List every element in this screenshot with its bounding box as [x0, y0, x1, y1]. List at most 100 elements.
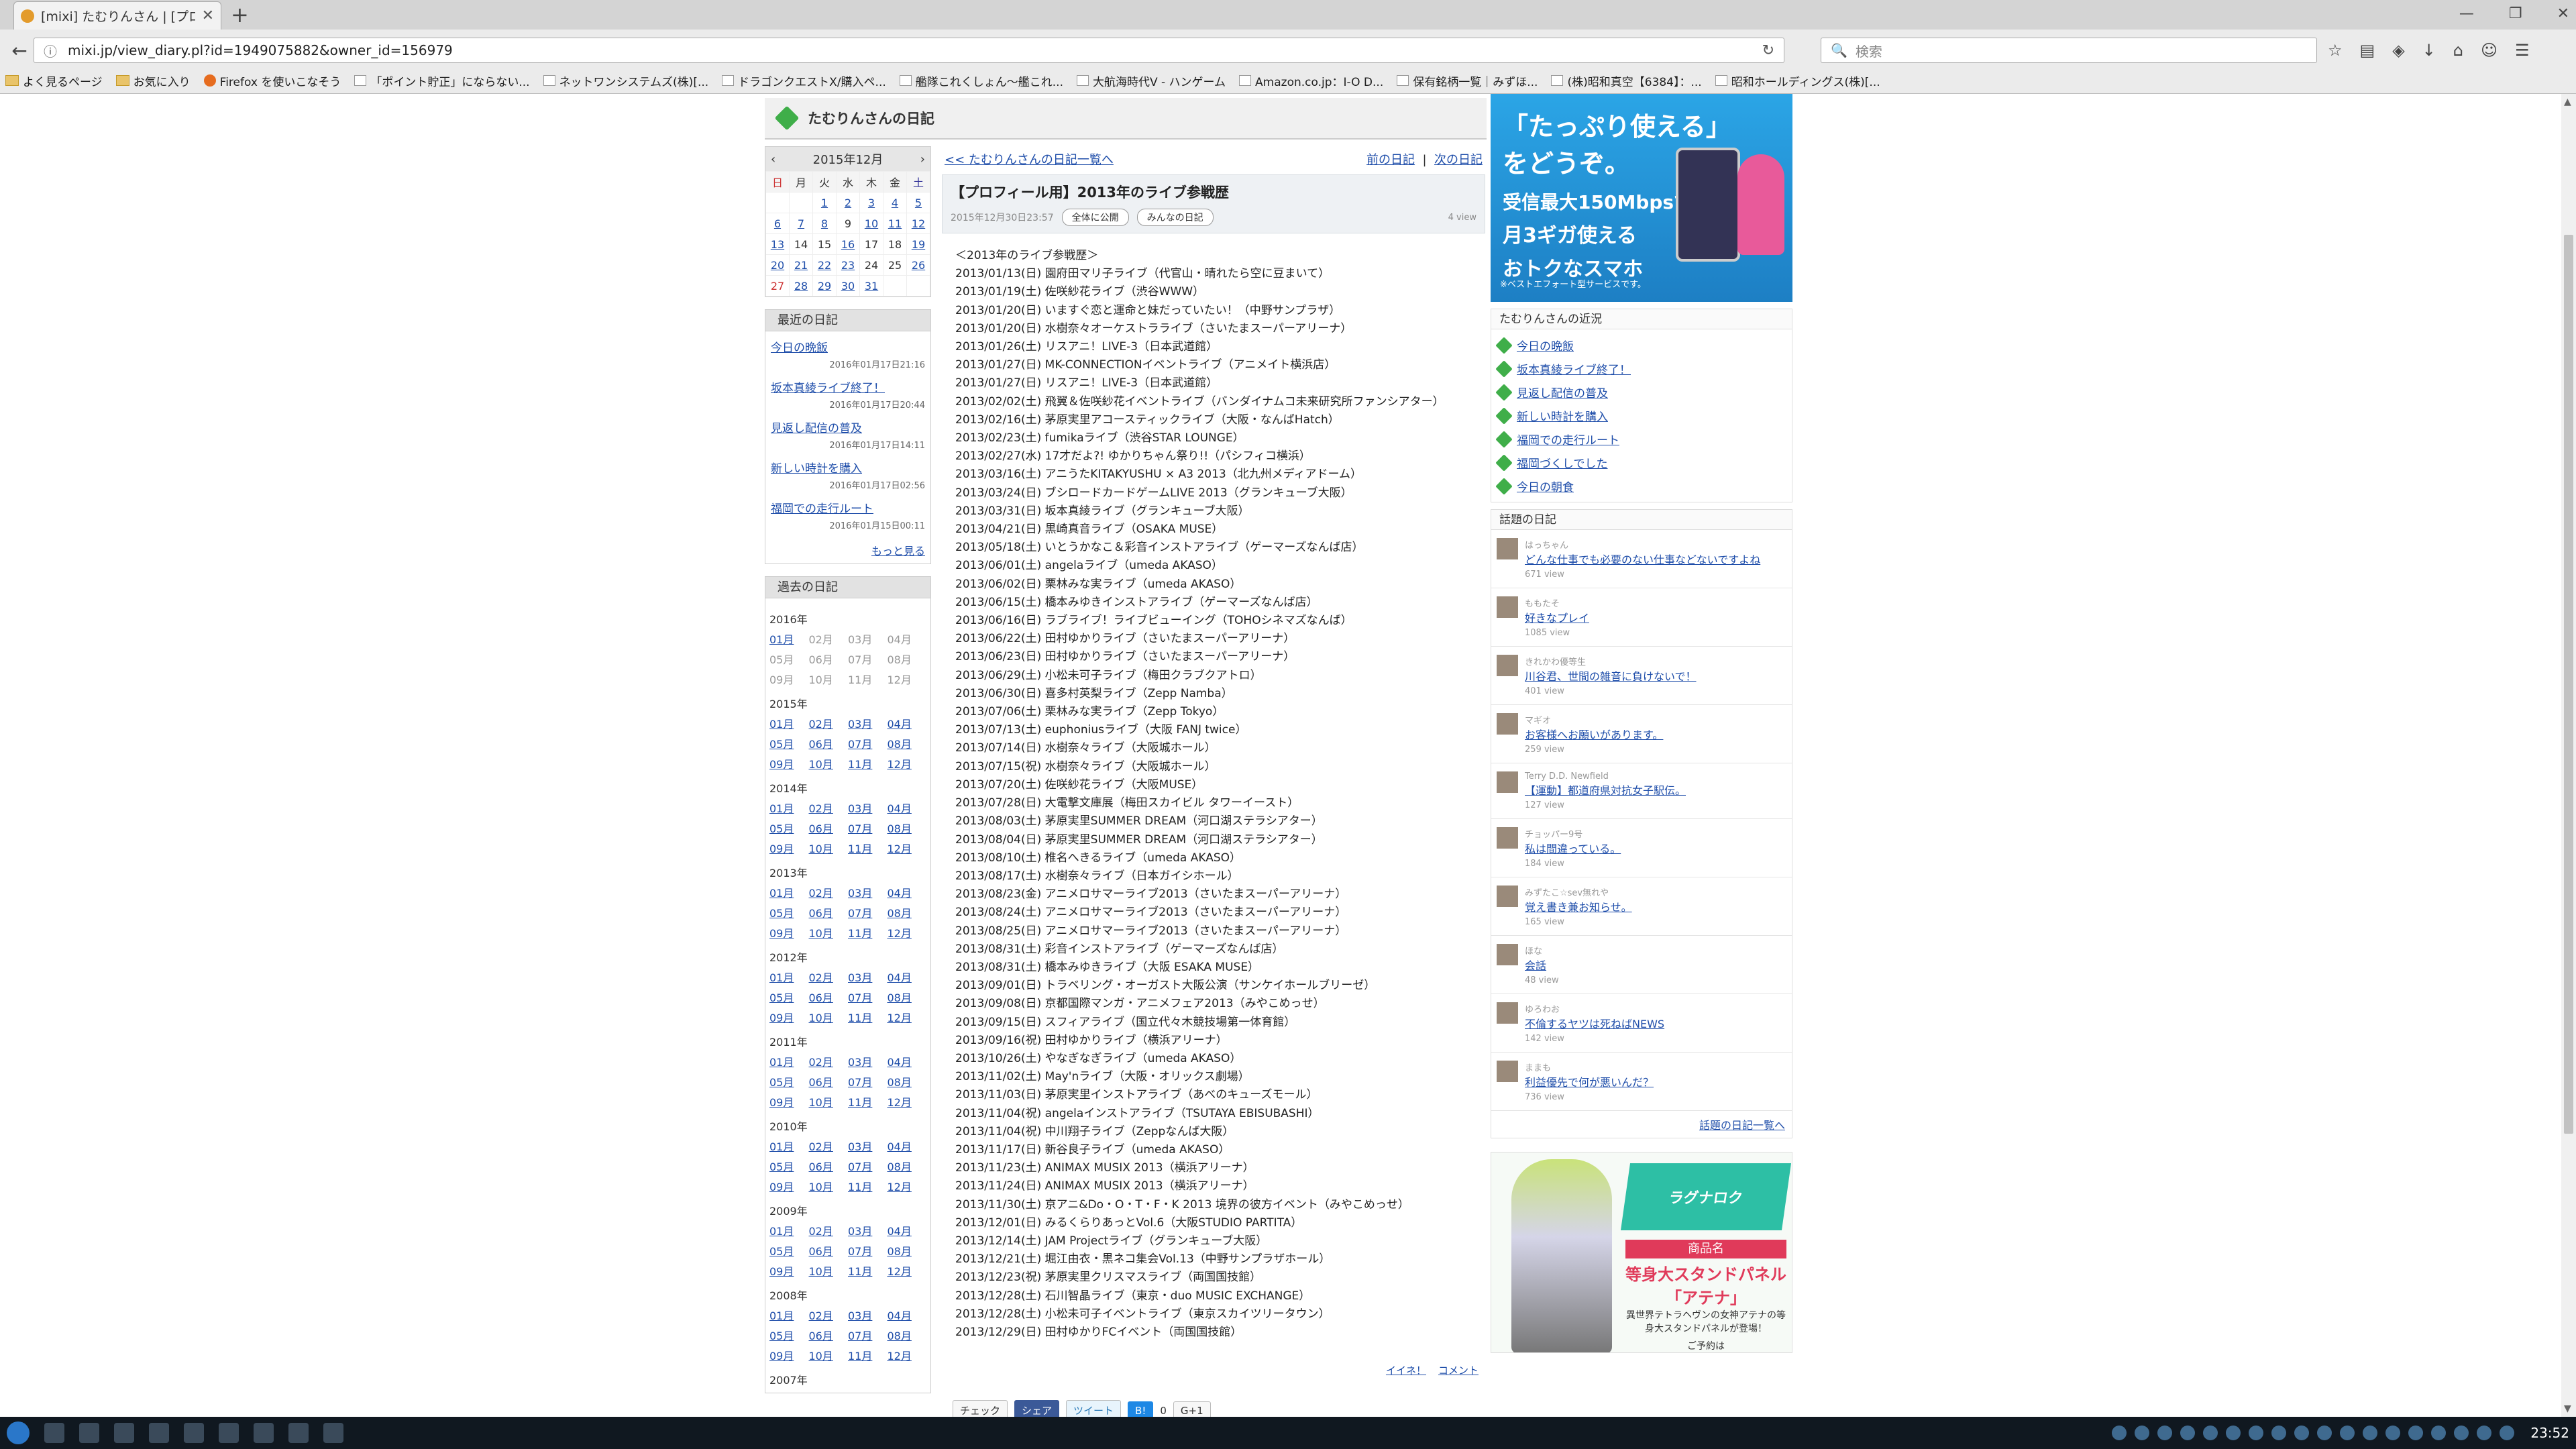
topic-link[interactable]: 【運動】都道府県対抗女子駅伝。: [1525, 784, 1686, 797]
archive-month[interactable]: 06月: [809, 1073, 849, 1089]
archive-month[interactable]: 04月: [888, 1307, 927, 1323]
archive-month[interactable]: 07月: [848, 904, 888, 920]
archive-month[interactable]: 07月: [848, 735, 888, 751]
archive-month[interactable]: 06月: [809, 820, 849, 836]
new-tab-icon[interactable]: +: [231, 3, 249, 27]
avatar[interactable]: [1497, 1061, 1518, 1082]
hatena-bookmark-button[interactable]: B!: [1128, 1401, 1154, 1417]
edge-icon[interactable]: [114, 1423, 134, 1443]
archive-month[interactable]: 01月: [769, 1307, 809, 1323]
archive-month[interactable]: 05月: [769, 904, 809, 920]
calendar-day-number[interactable]: 13: [771, 238, 784, 251]
archive-month[interactable]: 10月: [809, 1263, 849, 1279]
archive-month[interactable]: 10月: [809, 924, 849, 941]
avatar[interactable]: [1497, 944, 1518, 965]
calendar-day-number[interactable]: 12: [912, 217, 925, 230]
bookmark-item[interactable]: 保有銘柄一覧｜みずほ...: [1397, 72, 1538, 89]
archive-month[interactable]: 11月: [848, 1009, 888, 1025]
menu-icon[interactable]: ☰: [2515, 41, 2530, 60]
calendar-day-number[interactable]: 4: [892, 197, 898, 209]
bookmark-item[interactable]: (株)昭和真空【6384】：...: [1551, 72, 1702, 89]
archive-month[interactable]: 05月: [769, 1073, 809, 1089]
archive-month[interactable]: 12月: [888, 1009, 927, 1025]
archive-month[interactable]: 09月: [769, 1347, 809, 1363]
tray-icon[interactable]: [2408, 1426, 2424, 1440]
archive-month[interactable]: 05月: [769, 820, 809, 836]
archive-month[interactable]: 09月: [769, 924, 809, 941]
status-link[interactable]: 今日の朝食: [1517, 478, 1574, 494]
archive-month[interactable]: 07月: [848, 1158, 888, 1174]
archive-month[interactable]: 01月: [769, 969, 809, 985]
mixi-check-button[interactable]: チェック: [953, 1400, 1008, 1417]
archive-month[interactable]: 01月: [769, 1053, 809, 1069]
calendar-day-number[interactable]: 10: [865, 217, 878, 230]
vertical-scrollbar[interactable]: ▲ ▼: [2561, 94, 2576, 1417]
archive-month[interactable]: 09月: [769, 1178, 809, 1194]
archive-month[interactable]: 12月: [888, 1178, 927, 1194]
topic-link[interactable]: お客様へお願いがあります。: [1525, 729, 1663, 741]
search-input[interactable]: 🔍 検索: [1821, 38, 2317, 63]
figure-ad[interactable]: ラグナロク 商品名 等身大スタンドパネル「アテナ」 異世界テトラヘヴンの女神アテ…: [1491, 1152, 1792, 1353]
status-link[interactable]: 今日の晩飯: [1517, 337, 1574, 354]
archive-month[interactable]: 01月: [769, 1222, 809, 1238]
archive-month[interactable]: 04月: [888, 800, 927, 816]
archive-month[interactable]: 03月: [848, 715, 888, 731]
topic-link[interactable]: 私は間違っている。: [1525, 843, 1621, 855]
avatar[interactable]: [1497, 596, 1518, 618]
avatar[interactable]: [1497, 771, 1518, 793]
scroll-down-icon[interactable]: ▼: [2564, 1403, 2571, 1414]
close-tab-icon[interactable]: ✕: [202, 7, 214, 24]
calendar-day-number[interactable]: 26: [912, 259, 925, 272]
scrollbar-thumb[interactable]: [2564, 235, 2573, 1134]
tray-icon[interactable]: [2363, 1426, 2378, 1440]
archive-month[interactable]: 04月: [888, 1053, 927, 1069]
archive-month[interactable]: 04月: [888, 969, 927, 985]
archive-month[interactable]: 04月: [888, 884, 927, 900]
archive-month[interactable]: 10月: [809, 840, 849, 856]
category-badge[interactable]: みんなの日記: [1136, 209, 1214, 226]
tray-icon[interactable]: [2340, 1426, 2355, 1440]
archive-month[interactable]: 08月: [888, 1158, 927, 1174]
avatar[interactable]: [1497, 655, 1518, 676]
search-taskbar-icon[interactable]: [44, 1423, 64, 1443]
topic-link[interactable]: 好きなプレイ: [1525, 612, 1589, 625]
topic-link[interactable]: どんな仕事でも必要のない仕事などないですよね: [1525, 553, 1760, 566]
home-icon[interactable]: ⌂: [2453, 41, 2463, 60]
archive-month[interactable]: 03月: [848, 1307, 888, 1323]
archive-month[interactable]: 09月: [769, 1263, 809, 1279]
archive-month[interactable]: 02月: [809, 1222, 849, 1238]
avatar[interactable]: [1497, 827, 1518, 849]
archive-month[interactable]: 02月: [809, 1138, 849, 1154]
calendar-day-number[interactable]: 19: [912, 238, 925, 251]
archive-month[interactable]: 02月: [809, 884, 849, 900]
archive-month[interactable]: 12月: [888, 755, 927, 771]
prev-month-icon[interactable]: ‹: [771, 152, 775, 166]
archive-month[interactable]: 10月: [809, 1093, 849, 1110]
calendar-day-number[interactable]: 30: [841, 280, 855, 292]
bookmark-item[interactable]: よく見るページ: [5, 72, 103, 89]
archive-month[interactable]: 06月: [809, 735, 849, 751]
avatar[interactable]: [1497, 713, 1518, 735]
topic-link[interactable]: 覚え書き兼お知らせ。: [1525, 901, 1632, 914]
chrome-icon[interactable]: [219, 1423, 239, 1443]
app-icon-2[interactable]: [323, 1423, 343, 1443]
address-bar[interactable]: ⓘ mixi.jp/view_diary.pl?id=1949075882&ow…: [34, 38, 1784, 63]
archive-month[interactable]: 11月: [848, 1347, 888, 1363]
close-window-icon[interactable]: ✕: [2557, 5, 2569, 22]
more-link[interactable]: もっと見る: [871, 545, 925, 557]
archive-month[interactable]: 08月: [888, 1073, 927, 1089]
tray-icon[interactable]: [2271, 1426, 2287, 1440]
reading-list-icon[interactable]: ▤: [2360, 41, 2375, 60]
recent-diary-link[interactable]: 新しい時計を購入: [771, 462, 862, 476]
bookmark-item[interactable]: ネットワンシステムズ(株)[...: [543, 72, 708, 89]
calendar-day-number[interactable]: 28: [794, 280, 808, 292]
tray-icon[interactable]: [2431, 1426, 2447, 1440]
tray-icon[interactable]: [2249, 1426, 2264, 1440]
recent-diary-link[interactable]: 福岡での走行ルート: [771, 502, 873, 516]
archive-month[interactable]: 09月: [769, 840, 809, 856]
download-icon[interactable]: ↓: [2422, 41, 2436, 60]
calendar-day-number[interactable]: 11: [888, 217, 902, 230]
archive-month[interactable]: 10月: [809, 1178, 849, 1194]
topic-link[interactable]: 不倫するヤツは死ねばNEWS: [1525, 1018, 1664, 1030]
recent-diary-link[interactable]: 坂本真綾ライブ終了！: [771, 382, 885, 395]
